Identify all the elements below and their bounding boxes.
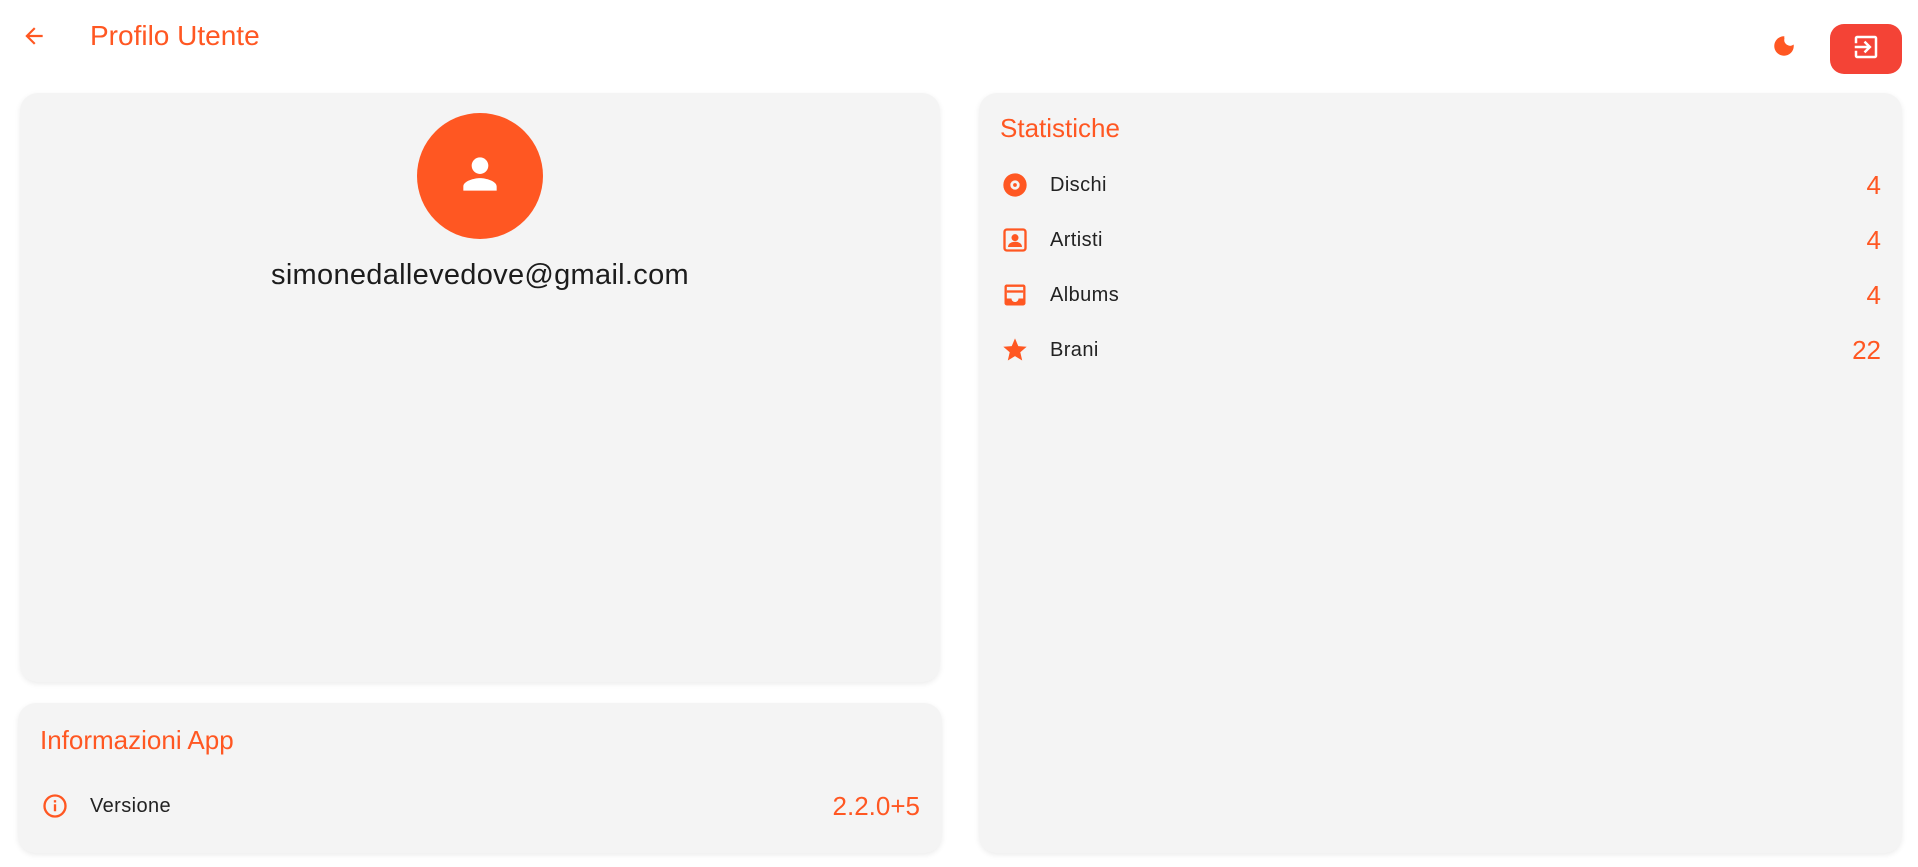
disc-icon	[1000, 170, 1030, 200]
stats-title: Statistiche	[1000, 113, 1120, 143]
moon-icon	[1771, 33, 1797, 64]
version-row: Versione 2.2.0+5	[18, 786, 942, 826]
back-button[interactable]	[14, 18, 54, 58]
stats-value-tracks: 22	[1852, 335, 1881, 365]
stats-label-tracks: Brani	[1050, 339, 1099, 361]
logout-icon	[1851, 32, 1881, 67]
theme-toggle-button[interactable]	[1764, 28, 1804, 68]
profile-card: simonedallevedove@gmail.com	[20, 93, 940, 682]
avatar	[417, 113, 543, 239]
app-info-card: Informazioni App Versione 2.2.0+5	[18, 703, 942, 853]
stats-value-discs: 4	[1866, 170, 1881, 200]
arrow-left-icon	[21, 23, 47, 54]
stats-value-artists: 4	[1866, 225, 1881, 255]
star-icon	[1000, 335, 1030, 365]
app-info-title: Informazioni App	[40, 725, 234, 755]
app-bar: Profilo Utente	[0, 0, 1918, 76]
version-label: Versione	[90, 795, 172, 817]
stats-row-discs: Dischi 4	[979, 165, 1902, 205]
stats-row-albums: Albums 4	[979, 275, 1902, 315]
album-icon	[1000, 280, 1030, 310]
stats-label-albums: Albums	[1050, 284, 1120, 306]
version-value: 2.2.0+5	[832, 791, 920, 821]
info-icon	[40, 791, 70, 821]
stats-value-albums: 4	[1866, 280, 1881, 310]
stats-label-artists: Artisti	[1050, 229, 1103, 251]
stats-label-discs: Dischi	[1050, 174, 1107, 196]
artist-icon	[1000, 225, 1030, 255]
stats-row-artists: Artisti 4	[979, 220, 1902, 260]
logout-button[interactable]	[1830, 24, 1902, 74]
page-title: Profilo Utente	[90, 20, 260, 51]
stats-card: Statistiche Dischi 4 Artisti 4 Albums 4 …	[979, 93, 1902, 853]
stats-row-tracks: Brani 22	[979, 330, 1902, 370]
person-icon	[455, 149, 505, 204]
user-email: simonedallevedove@gmail.com	[271, 259, 689, 291]
